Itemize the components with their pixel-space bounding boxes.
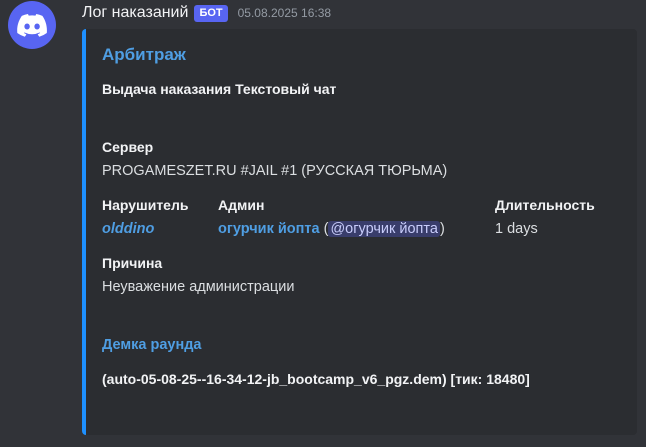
- field-violator-name: Нарушитель: [102, 197, 189, 213]
- violator-link[interactable]: olddino: [102, 221, 154, 237]
- bot-avatar[interactable]: [8, 1, 56, 49]
- admin-link[interactable]: огурчик йопта: [218, 221, 320, 237]
- field-duration-value: 1 days: [495, 221, 538, 237]
- username[interactable]: Лог наказаний: [82, 4, 188, 22]
- admin-mention[interactable]: @огурчик йопта: [328, 221, 440, 237]
- embed-author[interactable]: Арбитраж: [102, 45, 186, 65]
- field-server-name: Сервер: [102, 139, 154, 155]
- field-violator-value: olddino: [102, 221, 154, 237]
- field-duration-name: Длительность: [495, 197, 595, 213]
- admin-close-paren: ): [439, 221, 445, 237]
- demo-title: Демка раунда: [102, 337, 202, 353]
- field-reason-value: Неуважение администрации: [102, 279, 295, 295]
- embed-title: Выдача наказания Текстовый чат: [102, 81, 337, 97]
- chat-message: Лог наказаний БОТ 05.08.2025 16:38 Арбит…: [0, 0, 646, 447]
- demo-value: (auto-05-08-25--16-34-12-jb_bootcamp_v6_…: [102, 371, 530, 387]
- discord-logo-icon: [17, 13, 47, 37]
- field-admin-name: Админ: [218, 197, 265, 213]
- message-timestamp[interactable]: 05.08.2025 16:38: [238, 6, 331, 20]
- field-server-value: PROGAMESZET.RU #JAIL #1 (РУССКАЯ ТЮРЬМА): [102, 163, 448, 179]
- field-reason-name: Причина: [102, 255, 163, 271]
- field-admin-value: огурчик йопта (@огурчик йопта): [218, 221, 445, 237]
- message-header: Лог наказаний БОТ 05.08.2025 16:38: [82, 2, 331, 24]
- bot-tag: БОТ: [194, 4, 228, 22]
- embed-card: Арбитраж Выдача наказания Текстовый чат …: [82, 29, 637, 435]
